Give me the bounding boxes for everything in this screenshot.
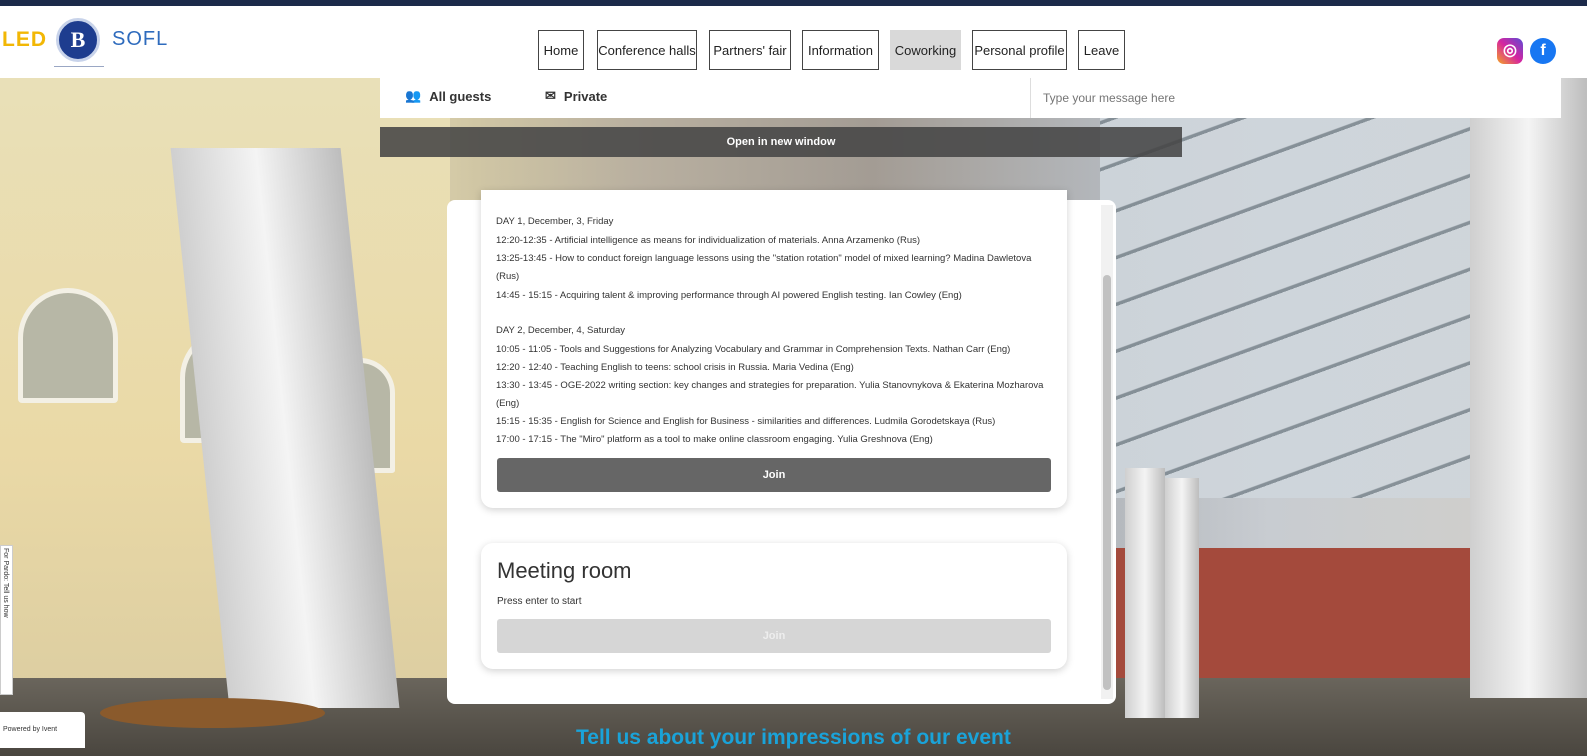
program-line: 17:00 - 17:15 - The "Miro" platform as a… <box>496 434 933 445</box>
chat-message-input[interactable] <box>1030 78 1561 118</box>
panel-scrollbar[interactable] <box>1101 205 1113 699</box>
side-feedback-label: For Pardo: Tell us how <box>2 548 9 618</box>
program-line: DAY 2, December, 4, Saturday <box>496 325 626 336</box>
hse-logo[interactable]: B <box>56 18 100 62</box>
program-line: 10:05 - 11:05 - Tools and Suggestions fo… <box>496 344 1011 355</box>
nav-leave-button[interactable]: Leave <box>1078 30 1125 70</box>
program-line: 13:25-13:45 - How to conduct foreign lan… <box>496 253 1032 264</box>
nav-partners-fair-button[interactable]: Partners' fair <box>709 30 791 70</box>
led-logo[interactable]: LED <box>2 28 47 52</box>
hse-logo-caption <box>54 66 104 75</box>
program-line: 12:20 - 12:40 - Teaching English to teen… <box>496 362 854 373</box>
program-line: 15:15 - 15:35 - English for Science and … <box>496 416 996 427</box>
program-line: DAY 1, December, 3, Friday <box>496 216 614 227</box>
tab-all-guests[interactable]: 👥 All guests <box>405 88 491 104</box>
instagram-icon[interactable]: ◎ <box>1497 38 1523 64</box>
powered-by-badge[interactable]: Powered by Ivent <box>0 712 85 748</box>
nav-coworking-button[interactable]: Coworking <box>890 30 961 70</box>
chat-bar: 👥 All guests ✉ Private <box>380 78 1561 118</box>
program-line: 12:20-12:35 - Artificial intelligence as… <box>496 235 921 246</box>
scrollbar-thumb[interactable] <box>1103 275 1111 690</box>
nav-conference-halls-button[interactable]: Conference halls <box>597 30 697 70</box>
tab-private-label: Private <box>563 88 608 104</box>
sofl-logo[interactable]: SOFL <box>112 28 168 51</box>
program-line: 14:45 - 15:15 - Acquiring talent & impro… <box>496 290 962 301</box>
meeting-room-subtitle: Press enter to start <box>497 596 582 607</box>
column <box>1165 478 1199 718</box>
arched-window <box>18 288 118 403</box>
program-line: 13:30 - 13:45 - OGE-2022 writing section… <box>496 380 1044 391</box>
facebook-icon[interactable]: f <box>1530 38 1556 64</box>
tab-private[interactable]: ✉ Private <box>545 88 607 104</box>
nav-home-button[interactable]: Home <box>538 30 584 70</box>
side-feedback-tab[interactable]: For Pardo: Tell us how <box>0 545 13 695</box>
feedback-link[interactable]: Tell us about your impressions of our ev… <box>576 726 1011 750</box>
column <box>1470 78 1587 698</box>
nav-personal-profile-button[interactable]: Personal profile <box>972 30 1067 70</box>
join-meeting-button[interactable]: Join <box>497 619 1051 653</box>
meeting-room-title: Meeting room <box>497 558 632 583</box>
program-line: (Eng) <box>496 398 520 409</box>
users-icon: 👥 <box>405 88 422 103</box>
nav-information-button[interactable]: Information <box>802 30 879 70</box>
wooden-bench <box>100 698 325 728</box>
join-program-button[interactable]: Join <box>497 458 1051 492</box>
column <box>1125 468 1165 718</box>
site-header: LED B SOFL Home Conference halls Partner… <box>0 6 1587 78</box>
open-in-new-window-button[interactable]: Open in new window <box>380 127 1182 157</box>
envelope-icon: ✉ <box>545 88 556 103</box>
program-line: (Rus) <box>496 271 520 282</box>
tab-all-guests-label: All guests <box>429 88 492 104</box>
